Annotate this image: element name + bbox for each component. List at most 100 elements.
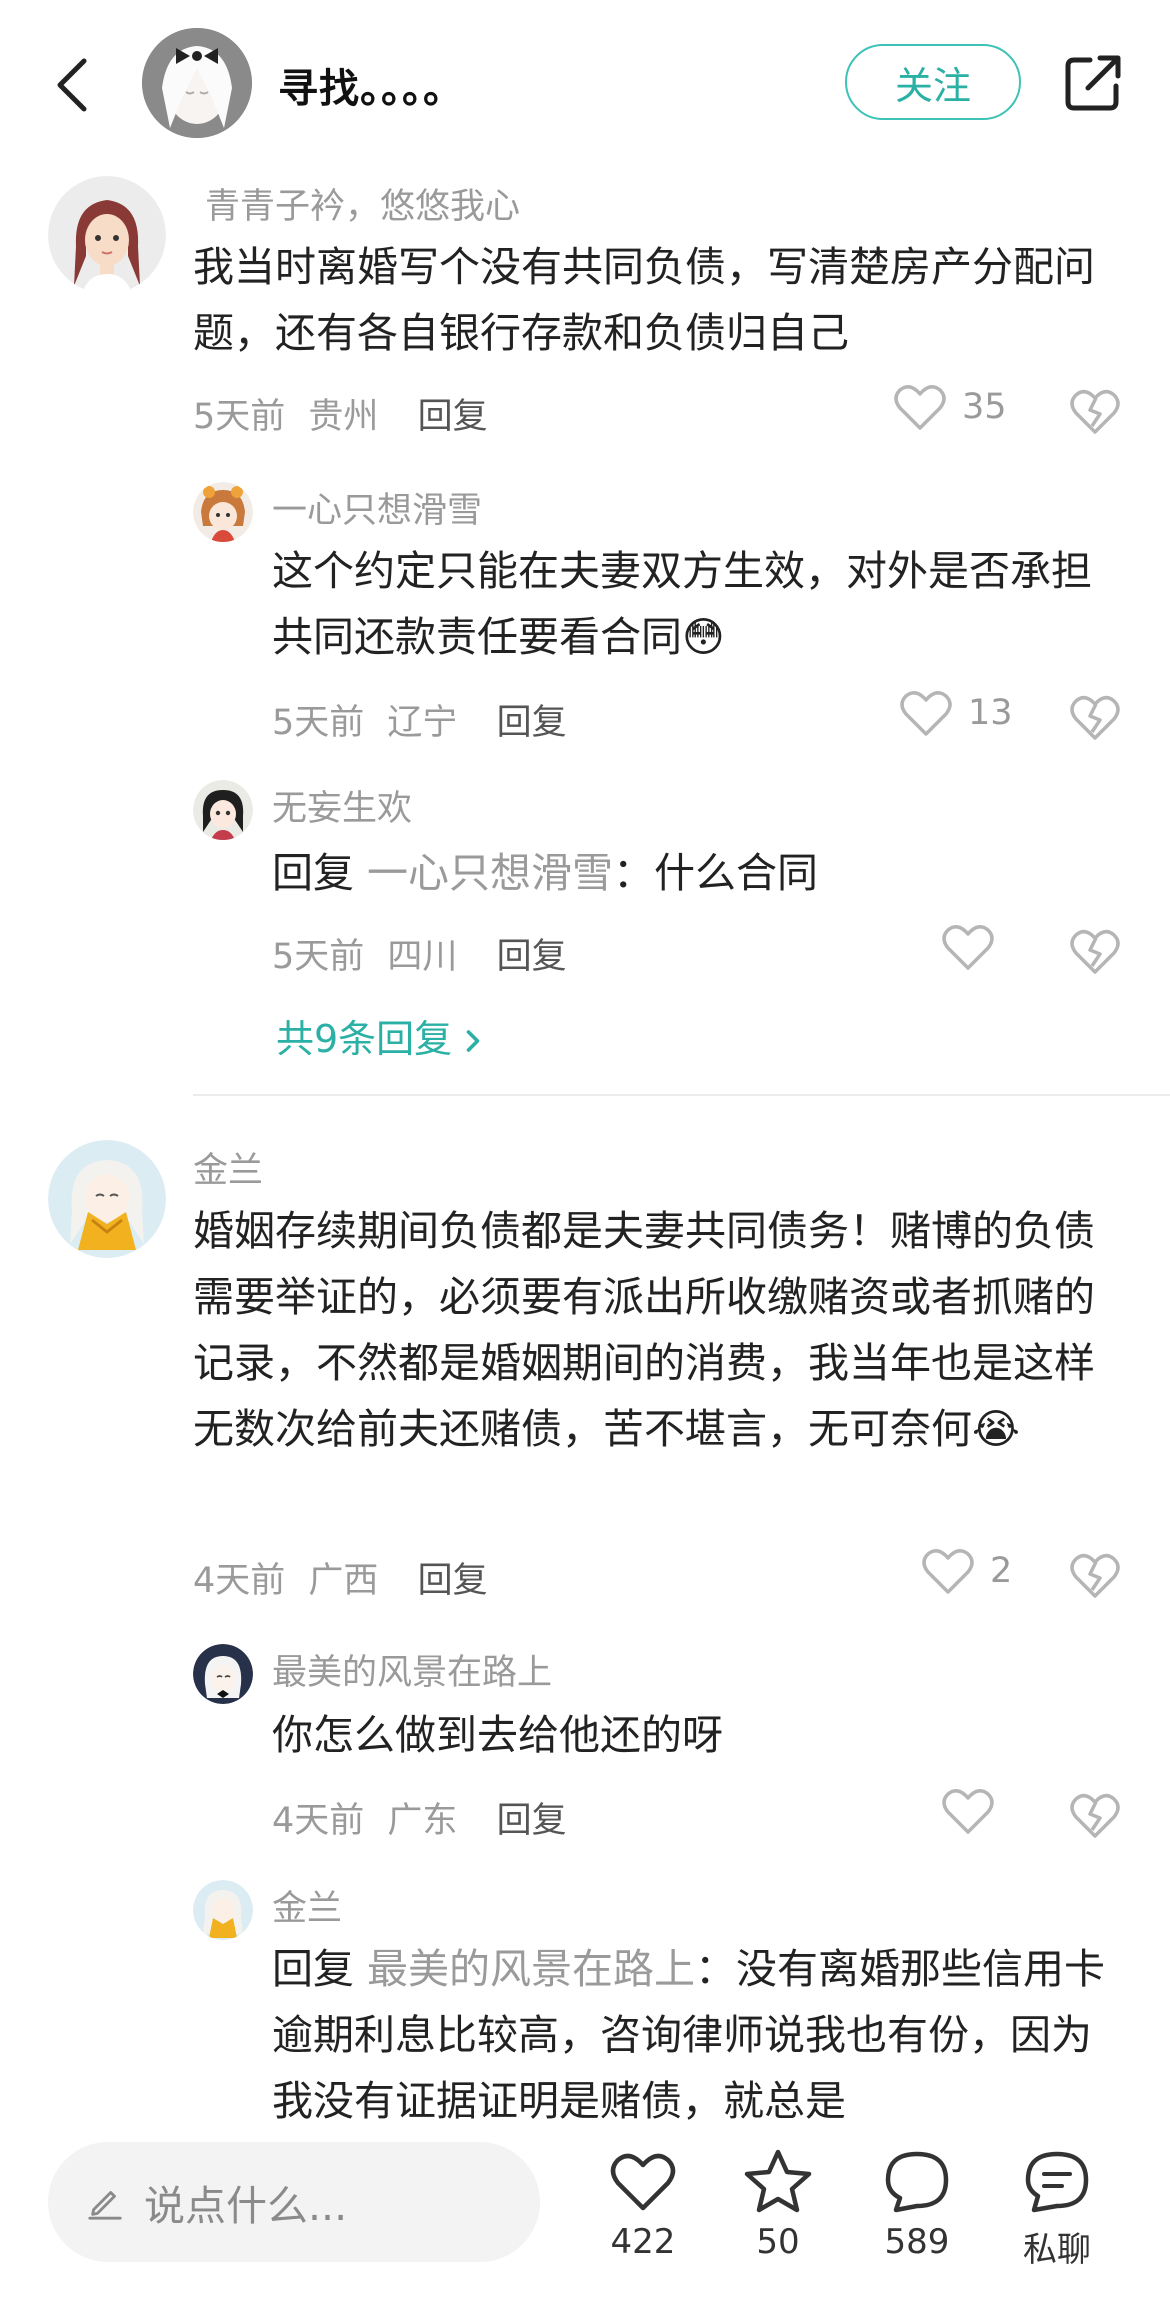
reply-time: 5天前	[272, 703, 365, 743]
avatar-illustration	[142, 28, 252, 138]
reply-location: 广东	[387, 1801, 458, 1841]
like-count: 35	[962, 387, 1007, 427]
avatar-illustration	[48, 1140, 166, 1258]
dislike-button[interactable]	[1068, 1790, 1122, 1840]
favorite-count: 50	[756, 2222, 800, 2262]
private-message-button[interactable]: 私聊	[997, 2148, 1117, 2271]
back-arrow-icon	[57, 58, 87, 112]
reply-button[interactable]: 回复	[497, 937, 567, 977]
dislike-button[interactable]	[1068, 692, 1122, 742]
author-avatar[interactable]	[142, 28, 252, 138]
view-more-replies[interactable]: 共9条回复	[276, 1008, 482, 1063]
reply-location: 辽宁	[387, 703, 458, 743]
reply-button[interactable]: 回复	[418, 397, 488, 437]
reply-meta: 5天前 辽宁 回复	[272, 694, 567, 745]
reply-body: ：什么合同	[613, 849, 819, 897]
follow-button[interactable]: 关注	[845, 44, 1021, 120]
comment-username[interactable]: 金兰	[193, 1142, 263, 1193]
like-button[interactable]: 2	[920, 1546, 1012, 1596]
heart-icon	[942, 925, 994, 970]
like-count: 2	[990, 1551, 1013, 1591]
avatar[interactable]	[193, 1644, 253, 1704]
like-button[interactable]: 35	[892, 382, 1007, 432]
broken-heart-icon	[1070, 1793, 1120, 1838]
reply-meta: 5天前 四川 回复	[272, 928, 567, 979]
comment-count: 589	[884, 2222, 950, 2262]
like-button[interactable]	[940, 922, 996, 972]
comment-text: 婚姻存续期间负债都是夫妻共同债务！赌博的负债需要举证的，必须要有派出所收缴赌资或…	[193, 1207, 1095, 1453]
comment-location: 贵州	[308, 397, 379, 437]
reply-time: 4天前	[272, 1801, 365, 1841]
heart-icon	[942, 1789, 994, 1834]
speech-bubble-icon	[885, 2151, 949, 2213]
comment-location: 广西	[308, 1561, 379, 1601]
reply-text: 你怎么做到去给他还的呀	[272, 1711, 723, 1759]
like-count: 13	[968, 693, 1013, 733]
share-icon	[1065, 55, 1121, 111]
comment-meta: 5天前 贵州 回复	[193, 388, 488, 439]
reply-username[interactable]: 最美的风景在路上	[272, 1644, 552, 1695]
broken-heart-icon	[1070, 1553, 1120, 1598]
like-count: 422	[610, 2222, 676, 2262]
comment-input-placeholder: 说点什么...	[144, 2182, 348, 2230]
reply-prefix: 回复	[272, 1945, 354, 1993]
chat-icon	[1025, 2151, 1089, 2213]
reply-username[interactable]: 一心只想滑雪	[272, 482, 482, 533]
avatar[interactable]	[193, 1880, 253, 1940]
comment-time: 4天前	[193, 1561, 286, 1601]
comment-meta: 4天前 广西 回复	[193, 1552, 488, 1603]
comment-username[interactable]: 青青子衿，悠悠我心	[205, 178, 520, 229]
reply-button[interactable]: 回复	[497, 703, 567, 743]
avatar[interactable]	[193, 780, 253, 840]
broken-heart-icon	[1070, 389, 1120, 434]
avatar-illustration	[193, 780, 253, 840]
avatar[interactable]	[193, 482, 253, 542]
avatar[interactable]	[48, 1140, 166, 1258]
author-name[interactable]: 寻找。。。。	[278, 56, 464, 114]
heart-icon	[610, 2153, 676, 2211]
reply-mention[interactable]: 最美的风景在路上	[367, 1945, 695, 1993]
top-bar: 寻找。。。。 关注	[0, 0, 1170, 170]
avatar[interactable]	[48, 176, 166, 294]
more-replies-label: 共9条回复	[276, 1017, 453, 1061]
like-button[interactable]: 13	[898, 688, 1013, 738]
avatar-illustration	[193, 482, 253, 542]
reply-time: 5天前	[272, 937, 365, 977]
like-button[interactable]	[940, 1786, 996, 1836]
comments-button[interactable]: 589	[857, 2148, 977, 2262]
avatar-illustration	[48, 176, 166, 294]
share-button[interactable]	[1060, 50, 1126, 116]
comment-text: 我当时离婚写个没有共同负债，写清楚房产分配问题，还有各自银行存款和负债归自己	[193, 243, 1095, 357]
bottom-action-bar: 说点什么... 422 50 589 私聊	[0, 2120, 1170, 2310]
heart-icon	[922, 1549, 974, 1594]
heart-icon	[894, 385, 946, 430]
star-icon	[744, 2149, 812, 2213]
comment-time: 5天前	[193, 397, 286, 437]
reply-username[interactable]: 金兰	[272, 1880, 342, 1931]
reply-button[interactable]: 回复	[418, 1561, 488, 1601]
broken-heart-icon	[1070, 695, 1120, 740]
avatar-illustration	[193, 1644, 253, 1704]
dislike-button[interactable]	[1068, 386, 1122, 436]
avatar-illustration	[193, 1880, 253, 1940]
reply-location: 四川	[387, 937, 458, 977]
private-message-label: 私聊	[1023, 2230, 1091, 2270]
dislike-button[interactable]	[1068, 926, 1122, 976]
comment-input[interactable]: 说点什么...	[48, 2142, 540, 2262]
pencil-icon	[88, 2191, 122, 2220]
broken-heart-icon	[1070, 929, 1120, 974]
reply-meta: 4天前 广东 回复	[272, 1792, 567, 1843]
chevron-right-icon	[466, 1030, 480, 1052]
comment-divider	[193, 1094, 1170, 1096]
favorite-button[interactable]: 50	[718, 2148, 838, 2262]
reply-text: 这个约定只能在夫妻双方生效，对外是否承担共同还款责任要看合同😳	[272, 547, 1092, 661]
reply-button[interactable]: 回复	[497, 1801, 567, 1841]
reply-text: 回复 最美的风景在路上：没有离婚那些信用卡逾期利息比较高，咨询律师说我也有份，因…	[272, 1936, 1132, 2134]
dislike-button[interactable]	[1068, 1550, 1122, 1600]
reply-text: 回复 一心只想滑雪：什么合同	[272, 840, 1132, 906]
heart-icon	[900, 691, 952, 736]
reply-mention[interactable]: 一心只想滑雪	[367, 849, 613, 897]
like-post-button[interactable]: 422	[583, 2148, 703, 2262]
reply-username[interactable]: 无妄生欢	[272, 780, 412, 831]
back-button[interactable]	[48, 55, 98, 115]
